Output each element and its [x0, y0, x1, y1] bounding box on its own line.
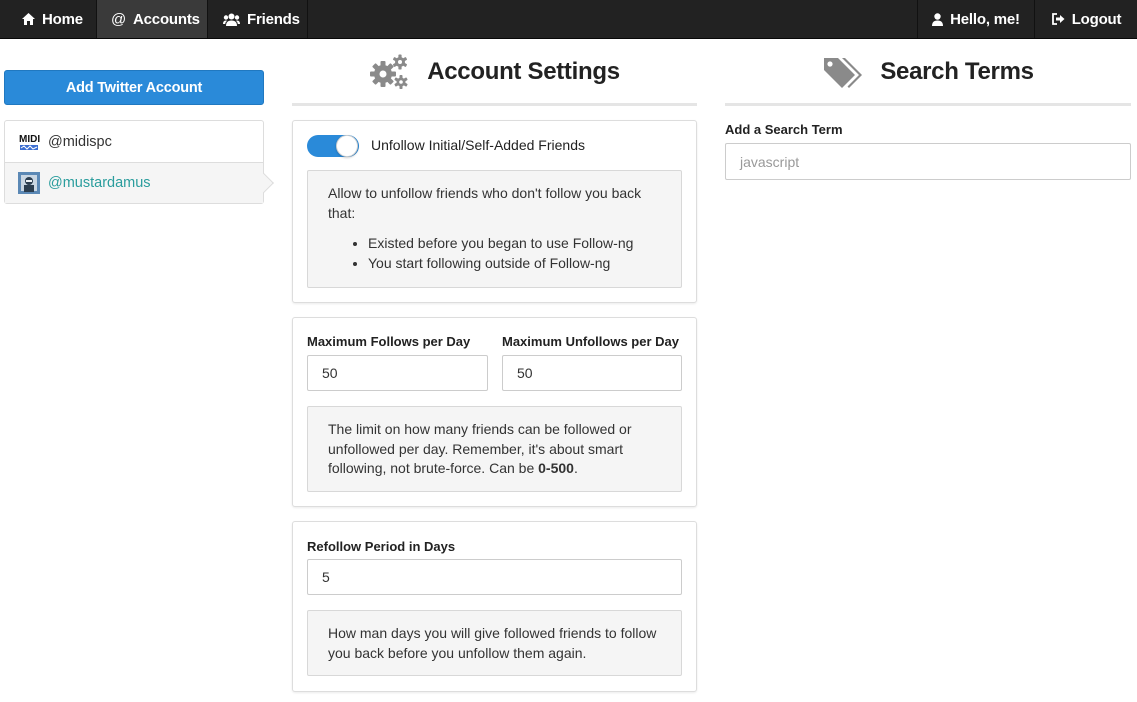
max-unfollows-input[interactable]: 50: [502, 355, 682, 391]
refollow-label: Refollow Period in Days: [307, 539, 456, 554]
list-item: Existed before you began to use Follow-n…: [368, 234, 661, 254]
max-follows-label: Maximum Follows per Day: [307, 334, 471, 349]
add-twitter-account-button[interactable]: Add Twitter Account: [4, 70, 264, 105]
toggle-knob: [336, 135, 358, 157]
nav-accounts[interactable]: @ Accounts: [96, 0, 208, 38]
svg-text:MIDI: MIDI: [19, 134, 40, 145]
refollow-help-well: How man days you will give followed frie…: [307, 610, 682, 676]
unfollow-toggle-label: Unfollow Initial/Self-Added Friends: [371, 137, 585, 153]
unfollow-help-list: Existed before you began to use Follow-n…: [328, 234, 661, 273]
account-list: MIDI @midispc @mustardamus: [4, 120, 274, 204]
search-term-label: Add a Search Term: [725, 122, 843, 137]
sign-out-icon: [1051, 13, 1065, 25]
account-item-midispc[interactable]: MIDI @midispc: [5, 121, 263, 162]
search-terms-header: Search Terms: [725, 40, 1131, 106]
unfollow-help-well: Allow to unfollow friends who don't foll…: [307, 170, 682, 288]
nav-accounts-label: Accounts: [133, 10, 200, 28]
home-icon: [22, 13, 35, 25]
limits-help-text: The limit on how many friends can be fol…: [328, 421, 632, 476]
unfollow-toggle[interactable]: [307, 135, 359, 157]
refollow-help-text: How man days you will give followed frie…: [328, 625, 657, 661]
top-navbar: Home @ Accounts Friends Hello, me! Logou…: [0, 0, 1137, 39]
at-icon: @: [111, 10, 127, 28]
unfollow-help-intro: Allow to unfollow friends who don't foll…: [328, 185, 642, 221]
user-icon: [932, 12, 944, 26]
nav-logout[interactable]: Logout: [1036, 0, 1137, 38]
account-item-mustardamus[interactable]: @mustardamus: [5, 162, 274, 203]
users-icon: [223, 13, 240, 26]
account-settings-title: Account Settings: [427, 57, 620, 85]
refollow-panel: Refollow Period in Days 5 How man days y…: [292, 521, 697, 692]
max-unfollows-label: Maximum Unfollows per Day: [502, 334, 679, 349]
limits-help-range: 0-500: [538, 460, 574, 476]
tags-icon: [822, 56, 863, 88]
limits-help-end: .: [573, 460, 578, 476]
limits-panel: Maximum Follows per Day 50 Maximum Unfol…: [292, 317, 697, 507]
account-handle: @mustardamus: [48, 175, 151, 191]
account-settings-header: Account Settings: [292, 40, 697, 106]
list-item: You start following outside of Follow-ng: [368, 254, 661, 274]
limits-help-well: The limit on how many friends can be fol…: [307, 406, 682, 492]
nav-friends-label: Friends: [247, 10, 300, 28]
unfollow-panel: Unfollow Initial/Self-Added Friends Allo…: [292, 120, 697, 303]
selected-arrow: [254, 173, 274, 193]
nav-hello-label: Hello, me!: [950, 10, 1020, 28]
refollow-input[interactable]: 5: [307, 559, 682, 595]
gears-icon: [369, 54, 409, 90]
search-terms-title: Search Terms: [880, 57, 1034, 85]
avatar-midispc: MIDI: [18, 130, 40, 153]
nav-home-label: Home: [42, 10, 83, 28]
max-follows-input[interactable]: 50: [307, 355, 488, 391]
account-handle: @midispc: [48, 133, 112, 150]
search-term-input[interactable]: javascript: [725, 143, 1131, 180]
nav-friends[interactable]: Friends: [209, 0, 308, 38]
avatar-mustardamus: [18, 172, 40, 194]
nav-home[interactable]: Home: [8, 0, 97, 38]
nav-logout-label: Logout: [1071, 10, 1122, 28]
nav-user-menu[interactable]: Hello, me!: [917, 0, 1035, 38]
